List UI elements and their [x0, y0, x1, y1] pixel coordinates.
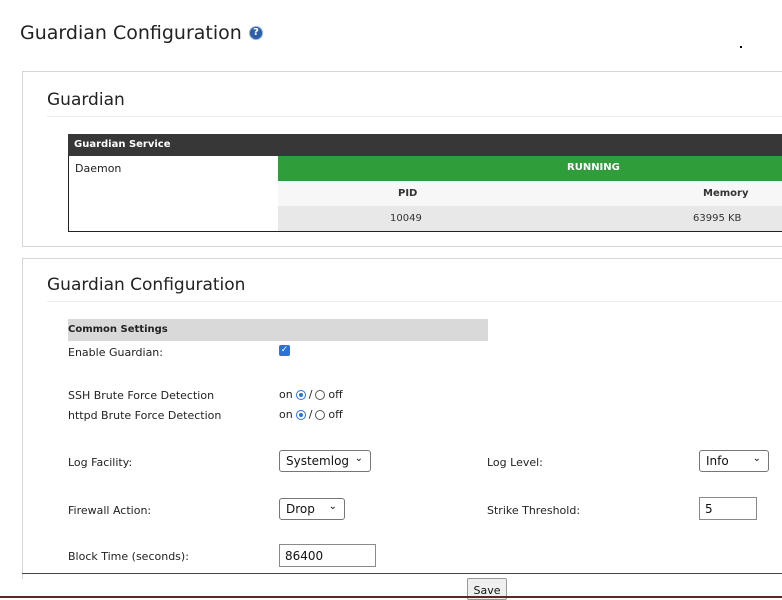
ssh-off-radio[interactable]: [315, 389, 326, 400]
service-table-title: Guardian Service: [74, 139, 171, 150]
httpd-off-radio[interactable]: [315, 409, 326, 420]
block-time-label: Block Time (seconds):: [68, 550, 189, 563]
httpd-separator: /: [308, 408, 313, 421]
httpd-detection-label: httpd Brute Force Detection: [68, 409, 222, 422]
memory-value: 63995 KB: [693, 213, 742, 224]
common-settings-header: Common Settings: [68, 319, 488, 341]
firewall-action-label: Firewall Action:: [68, 504, 152, 517]
firewall-action-select[interactable]: Drop ⌄: [279, 498, 345, 520]
guardian-panel-title: Guardian: [47, 90, 125, 110]
chevron-down-icon: ⌄: [752, 453, 761, 464]
config-panel-title: Guardian Configuration: [47, 275, 246, 295]
status-text: RUNNING: [567, 162, 620, 173]
daemon-label: Daemon: [75, 162, 122, 175]
httpd-detection-radios: on / off: [279, 408, 343, 421]
cursor-dot: [740, 46, 742, 48]
httpd-on-label: on: [279, 408, 293, 421]
ssh-separator: /: [308, 388, 313, 401]
divider: [22, 573, 782, 574]
pid-value: 10049: [390, 213, 422, 224]
log-facility-select[interactable]: Systemlog ⌄: [279, 450, 371, 472]
divider: [47, 301, 782, 302]
page-title: Guardian Configuration: [20, 22, 242, 44]
httpd-on-radio[interactable]: [295, 409, 306, 420]
strike-threshold-label: Strike Threshold:: [487, 504, 581, 517]
chevron-down-icon: ⌄: [328, 501, 337, 512]
httpd-off-label: off: [328, 408, 343, 421]
config-panel: Guardian Configuration Common Settings E…: [22, 258, 782, 579]
log-facility-value: Systemlog: [286, 454, 350, 468]
service-table-body: Daemon RUNNING PID Memory 10049 63995 KB: [68, 156, 782, 232]
ssh-on-label: on: [279, 388, 293, 401]
help-icon[interactable]: ?: [250, 27, 262, 39]
chevron-down-icon: ⌄: [354, 453, 363, 464]
ssh-on-radio[interactable]: [295, 389, 306, 400]
ssh-detection-radios: on / off: [279, 388, 343, 401]
guardian-panel: Guardian Guardian Service Daemon RUNNING…: [22, 71, 782, 247]
ssh-off-label: off: [328, 388, 343, 401]
firewall-action-value: Drop: [286, 502, 315, 516]
block-time-input[interactable]: 86400: [279, 544, 376, 567]
common-settings-title: Common Settings: [68, 324, 168, 335]
log-level-select[interactable]: Info ⌄: [699, 450, 769, 472]
log-facility-label: Log Facility:: [68, 456, 133, 469]
service-table-header: Guardian Service: [68, 134, 782, 156]
pid-column-header: PID: [398, 188, 418, 199]
service-values-row: 10049 63995 KB: [278, 206, 782, 231]
log-level-value: Info: [706, 454, 729, 468]
divider: [47, 116, 782, 117]
ssh-detection-label: SSH Brute Force Detection: [68, 389, 215, 402]
log-level-label: Log Level:: [487, 456, 543, 469]
status-badge: RUNNING: [278, 156, 782, 181]
strike-threshold-input[interactable]: 5: [699, 497, 757, 520]
service-columns-row: PID Memory: [278, 181, 782, 206]
memory-column-header: Memory: [703, 188, 749, 199]
enable-guardian-checkbox[interactable]: ✓: [279, 345, 290, 356]
enable-guardian-label: Enable Guardian:: [68, 346, 163, 359]
